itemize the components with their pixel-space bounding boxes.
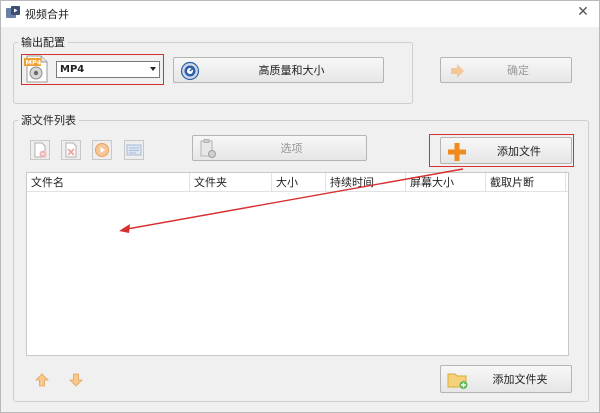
quality-size-button[interactable]: 高质量和大小	[173, 57, 384, 83]
highlight-add-file-box	[429, 134, 574, 167]
move-down-icon[interactable]	[68, 372, 84, 388]
column-folder[interactable]: 文件夹	[190, 173, 272, 192]
source-list-legend: 源文件列表	[21, 114, 76, 127]
clipboard-settings-icon	[200, 139, 216, 158]
highlight-format-box	[21, 54, 164, 85]
add-folder-icon	[447, 373, 468, 389]
close-icon: ✕	[577, 4, 589, 20]
remove-file-icon[interactable]	[30, 140, 50, 160]
window-title: 视频合并	[25, 8, 69, 21]
play-icon[interactable]	[92, 140, 112, 160]
add-folder-label: 添加文件夹	[492, 373, 548, 386]
clear-list-icon[interactable]	[61, 140, 81, 160]
column-duration[interactable]: 持续时间	[326, 173, 406, 192]
ok-label: 确定	[507, 64, 529, 77]
close-button[interactable]: ✕	[575, 4, 591, 20]
app-logo-icon	[6, 6, 20, 18]
title-bar[interactable]: 视频合并 ✕	[1, 1, 599, 27]
column-size[interactable]: 大小	[272, 173, 326, 192]
ok-button[interactable]: 确定	[440, 57, 572, 83]
quality-size-label: 高质量和大小	[258, 64, 325, 77]
file-list[interactable]: 文件名 文件夹 大小 持续时间 屏幕大小 截取片断	[26, 172, 569, 356]
column-clip-segment[interactable]: 截取片断	[486, 173, 566, 192]
add-folder-button[interactable]: 添加文件夹	[440, 365, 572, 393]
move-up-icon[interactable]	[34, 372, 50, 388]
column-screen-size[interactable]: 屏幕大小	[406, 173, 486, 192]
info-icon[interactable]	[124, 140, 144, 160]
output-config-legend: 输出配置	[21, 36, 65, 49]
column-filename[interactable]: 文件名	[27, 173, 190, 192]
quality-dial-icon	[180, 61, 200, 81]
arrow-right-icon	[451, 64, 464, 78]
video-merge-window: 视频合并 ✕ 输出配置 MP4 MP4 高质量和大小 确定 源文件列表 选项 添…	[0, 0, 600, 413]
file-list-header: 文件名 文件夹 大小 持续时间 屏幕大小 截取片断	[27, 173, 568, 192]
options-button[interactable]: 选项	[192, 135, 367, 161]
options-label: 选项	[280, 142, 303, 155]
